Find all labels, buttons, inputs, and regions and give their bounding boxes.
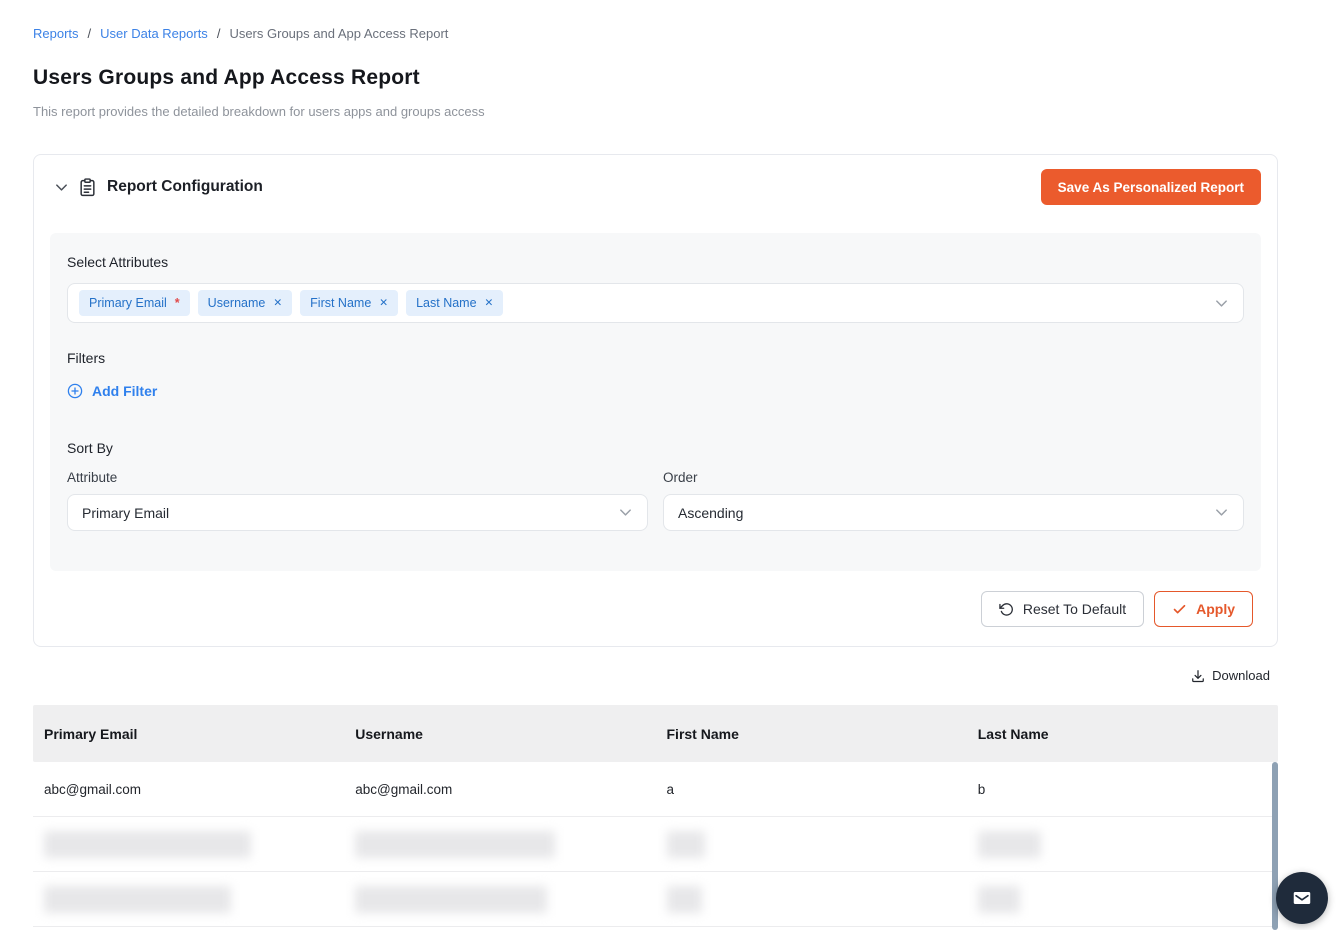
page-title: Users Groups and App Access Report	[33, 66, 420, 90]
redacted-cell-content	[355, 886, 547, 913]
sort-order-value: Ascending	[678, 505, 743, 521]
plus-circle-icon	[67, 383, 83, 399]
breadcrumb-separator: /	[217, 26, 221, 41]
collapse-chevron-icon[interactable]	[50, 176, 72, 198]
breadcrumb-item[interactable]: User Data Reports	[100, 26, 208, 41]
column-header: Primary Email	[33, 726, 344, 742]
table-cell: a	[656, 782, 967, 797]
table-cell: abc@gmail.com	[33, 782, 344, 797]
breadcrumb-item[interactable]: Reports	[33, 26, 79, 41]
filters-label: Filters	[67, 350, 1244, 366]
redacted-cell-content	[667, 831, 705, 858]
table-cell	[967, 886, 1278, 913]
attribute-chip: First Name ✕	[300, 290, 398, 316]
breadcrumb: Reports / User Data Reports / Users Groups a…	[33, 26, 448, 41]
attribute-chip: Last Name ✕	[406, 290, 503, 316]
apply-button[interactable]: Apply	[1154, 591, 1253, 627]
reset-to-default-button[interactable]: Reset To Default	[981, 591, 1144, 627]
redacted-cell-content	[355, 831, 555, 858]
table-header-row: Primary EmailUsernameFirst NameLast Name	[33, 705, 1278, 762]
table-cell	[344, 886, 655, 913]
redacted-cell-content	[44, 831, 251, 858]
clipboard-icon	[79, 178, 96, 197]
check-icon	[1172, 602, 1187, 617]
select-attributes-label: Select Attributes	[67, 254, 1244, 270]
sort-attribute-value: Primary Email	[82, 505, 169, 521]
card-header: Report Configuration Save As Personalize…	[34, 155, 1277, 219]
sort-attribute-select[interactable]: Primary Email	[67, 494, 648, 531]
card-title: Report Configuration	[107, 178, 263, 196]
table-cell: b	[967, 782, 1278, 797]
table-cell	[967, 831, 1278, 858]
column-header: First Name	[656, 726, 967, 742]
redacted-cell-content	[667, 886, 702, 913]
attribute-chip: Username ✕	[198, 290, 292, 316]
breadcrumb-item: Users Groups and App Access Report	[229, 26, 448, 41]
attribute-chip: Primary Email *	[79, 290, 190, 316]
remove-chip-icon[interactable]: ✕	[379, 298, 388, 309]
config-panel: Select Attributes Primary Email * Username…	[50, 233, 1261, 571]
order-field-label: Order	[663, 470, 1244, 485]
card-footer: Reset To Default Apply	[981, 591, 1253, 627]
rotate-ccw-icon	[999, 602, 1014, 617]
table-cell	[344, 831, 655, 858]
add-filter-label: Add Filter	[92, 383, 157, 399]
remove-chip-icon[interactable]: ✕	[485, 298, 494, 309]
report-configuration-card: Report Configuration Save As Personalize…	[33, 154, 1278, 647]
table-cell: abc@gmail.com	[344, 782, 655, 797]
redacted-cell-content	[44, 886, 231, 913]
attributes-multiselect[interactable]: Primary Email*Username✕First Name✕Last N…	[67, 283, 1244, 323]
sort-order-select[interactable]: Ascending	[663, 494, 1244, 531]
reset-button-label: Reset To Default	[1023, 601, 1126, 617]
chevron-down-icon	[618, 505, 633, 520]
table-row: abc@gmail.comabc@gmail.comab	[33, 762, 1278, 817]
attribute-chip-label: First Name	[310, 296, 371, 310]
attribute-chip-label: Username	[208, 296, 266, 310]
attribute-chip-label: Primary Email	[89, 296, 167, 310]
page-subtitle: This report provides the detailed breakd…	[33, 104, 485, 119]
sort-by-label: Sort By	[67, 440, 1244, 456]
table-row	[33, 872, 1278, 927]
sort-row: Attribute Primary Email Order Ascending	[67, 470, 1244, 531]
redacted-cell-content	[978, 886, 1020, 913]
table-cell	[656, 831, 967, 858]
download-button[interactable]: Download	[1191, 668, 1270, 683]
attribute-field-label: Attribute	[67, 470, 648, 485]
attributes-chip-list: Primary Email*Username✕First Name✕Last N…	[71, 290, 503, 316]
table-cell	[33, 831, 344, 858]
table-cell	[656, 886, 967, 913]
breadcrumb-separator: /	[88, 26, 92, 41]
apply-button-label: Apply	[1196, 601, 1235, 617]
report-table: Primary EmailUsernameFirst NameLast Name…	[33, 705, 1278, 930]
column-header: Last Name	[967, 726, 1278, 742]
download-label: Download	[1212, 668, 1270, 683]
table-row	[33, 817, 1278, 872]
remove-chip-icon[interactable]: ✕	[273, 298, 282, 309]
column-header: Username	[344, 726, 655, 742]
chat-button[interactable]	[1276, 872, 1328, 924]
required-asterisk: *	[175, 296, 180, 310]
download-icon	[1191, 669, 1205, 683]
envelope-icon	[1291, 887, 1313, 909]
save-as-personalized-report-button[interactable]: Save As Personalized Report	[1041, 169, 1261, 205]
chevron-down-icon	[1214, 505, 1229, 520]
attribute-chip-label: Last Name	[416, 296, 476, 310]
table-cell	[33, 886, 344, 913]
chevron-down-icon[interactable]	[1214, 296, 1229, 311]
table-body: abc@gmail.comabc@gmail.comab	[33, 762, 1278, 927]
redacted-cell-content	[978, 831, 1041, 858]
add-filter-button[interactable]: Add Filter	[67, 383, 157, 399]
